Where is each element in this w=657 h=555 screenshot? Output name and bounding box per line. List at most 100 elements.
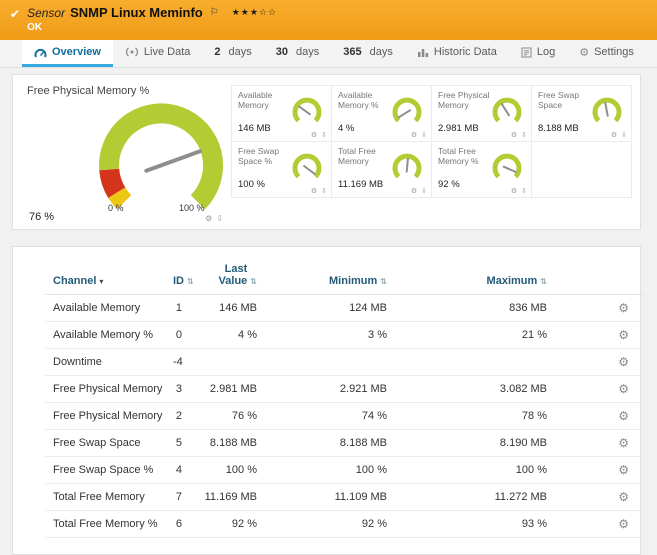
channel-last-value: 92 % (190, 510, 265, 538)
channel-id: 7 (165, 483, 190, 511)
gear-icon[interactable]: ⚙ (411, 187, 417, 195)
gauge-value: 4 % (338, 123, 355, 134)
arrow-down-icon[interactable]: ⇩ (521, 131, 527, 139)
gauge-dial (292, 97, 322, 123)
gauge-dial (592, 97, 622, 123)
channel-table: Channel ▾ ID ⇅ Last Value ⇅ Minimum ⇅ Maximu… (45, 257, 645, 538)
sort-arrows-icon: ⇅ (250, 277, 257, 286)
channel-name[interactable]: Total Free Memory (45, 483, 165, 511)
gear-icon[interactable]: ⚙ (205, 214, 212, 223)
gear-icon: ⚙ (579, 45, 590, 59)
tab-log[interactable]: Log (509, 40, 567, 67)
channel-maximum (395, 348, 555, 376)
channel-name[interactable]: Available Memory (45, 294, 165, 322)
tab-label: Overview (52, 46, 101, 58)
gauge-dial (392, 153, 422, 179)
channel-settings-cell: ⚙ (555, 510, 645, 538)
channel-name[interactable]: Free Swap Space % (45, 456, 165, 484)
gear-icon[interactable]: ⚙ (311, 131, 317, 139)
column-header-channel[interactable]: Channel ▾ (45, 257, 165, 295)
channel-edit-gear-icon[interactable]: ⚙ (618, 301, 629, 315)
channel-name[interactable]: Free Physical Memory % (45, 402, 165, 430)
channel-table-body: Available Memory 1 146 MB 124 MB 836 MB ⚙ Avai… (45, 294, 645, 538)
object-kind-label: Sensor (27, 5, 66, 20)
channel-id: 5 (165, 429, 190, 457)
arrow-down-icon[interactable]: ⇩ (521, 187, 527, 195)
channel-name[interactable]: Total Free Memory % (45, 510, 165, 538)
arrow-down-icon[interactable]: ⇩ (321, 131, 327, 139)
channel-maximum: 836 MB (395, 294, 555, 322)
gear-icon[interactable]: ⚙ (511, 131, 517, 139)
tab-historic-data[interactable]: Historic Data (405, 40, 509, 67)
gear-icon[interactable]: ⚙ (311, 187, 317, 195)
sensor-header: ✔ Sensor SNMP Linux Meminfo ⚐ ★★★☆☆ OK (0, 0, 657, 40)
tab-2-days[interactable]: 2 days (202, 40, 263, 67)
channel-edit-gear-icon[interactable]: ⚙ (618, 409, 629, 423)
channel-name[interactable]: Downtime (45, 348, 165, 376)
priority-stars[interactable]: ★★★☆☆ (232, 8, 277, 18)
channel-settings-cell: ⚙ (555, 483, 645, 511)
gauge-value: 11.169 MB (338, 179, 384, 190)
column-label: Minimum (329, 275, 378, 287)
channel-table-panel: Channel ▾ ID ⇅ Last Value ⇅ Minimum ⇅ Maximu… (12, 246, 645, 555)
arrow-down-icon[interactable]: ⇩ (621, 131, 627, 139)
channel-id: 0 (165, 321, 190, 349)
tab-label: Settings (594, 46, 634, 58)
table-row: Free Physical Memory % 2 76 % 74 % 78 % ⚙ (45, 402, 645, 430)
channel-id: 1 (165, 294, 190, 322)
gear-icon[interactable]: ⚙ (411, 131, 417, 139)
channel-edit-gear-icon[interactable]: ⚙ (618, 328, 629, 342)
channel-last-value (190, 348, 265, 376)
tab-live-data[interactable]: Live Data (113, 40, 202, 67)
channel-settings-cell: ⚙ (555, 294, 645, 322)
arrow-down-icon[interactable]: ⇩ (421, 187, 427, 195)
gauge-cell-free-swap-space: Free Swap Space 8.188 MB ⚙ ⇩ (532, 86, 632, 142)
gauge-cell-empty (532, 142, 632, 198)
gauge-max-label: 100 % (179, 203, 205, 213)
column-header-last-value[interactable]: Last Value ⇅ (190, 257, 265, 295)
gauge-value: 2.981 MB (438, 123, 479, 134)
channel-name[interactable]: Free Physical Memory (45, 375, 165, 403)
gear-icon[interactable]: ⚙ (611, 131, 617, 139)
channel-minimum: 8.188 MB (265, 429, 395, 457)
channel-edit-gear-icon[interactable]: ⚙ (618, 463, 629, 477)
table-row: Downtime -4 ⚙ (45, 348, 645, 376)
column-header-actions (555, 257, 645, 295)
gauge-dial (492, 97, 522, 123)
gear-icon[interactable]: ⚙ (511, 187, 517, 195)
gauges-panel: Free Physical Memory % 0 % 100 % 76 % ⚙ … (12, 74, 641, 230)
tab-label: Live Data (143, 46, 191, 58)
page-title: SNMP Linux Meminfo (70, 5, 203, 20)
table-row: Total Free Memory 7 11.169 MB 11.109 MB 11.2… (45, 483, 645, 511)
table-row: Available Memory 1 146 MB 124 MB 836 MB ⚙ (45, 294, 645, 322)
tab-overview[interactable]: Overview (22, 40, 113, 67)
tab-label: days (296, 46, 320, 58)
channel-minimum: 2.921 MB (265, 375, 395, 403)
channel-last-value: 8.188 MB (190, 429, 265, 457)
ok-check-icon: ✔ (10, 7, 21, 21)
channel-name[interactable]: Available Memory % (45, 321, 165, 349)
favorite-flag-icon[interactable]: ⚐ (210, 7, 219, 18)
column-header-maximum[interactable]: Maximum ⇅ (395, 257, 555, 295)
column-header-id[interactable]: ID ⇅ (165, 257, 194, 295)
tab-settings[interactable]: ⚙ Settings (567, 40, 646, 67)
channel-name[interactable]: Free Swap Space (45, 429, 165, 457)
channel-edit-gear-icon[interactable]: ⚙ (618, 355, 629, 369)
tab-label: Log (536, 46, 556, 58)
channel-id: 2 (165, 402, 190, 430)
gauge-value: 146 MB (238, 123, 271, 134)
channel-edit-gear-icon[interactable]: ⚙ (618, 436, 629, 450)
channel-edit-gear-icon[interactable]: ⚙ (618, 517, 629, 531)
gauge-cell-free-swap-space-pct: Free Swap Space % 100 % ⚙ ⇩ (232, 142, 332, 198)
arrow-down-icon[interactable]: ⇩ (321, 187, 327, 195)
channel-edit-gear-icon[interactable]: ⚙ (618, 382, 629, 396)
channel-maximum: 8.190 MB (395, 429, 555, 457)
arrow-down-icon[interactable]: ⇩ (421, 131, 427, 139)
channel-edit-gear-icon[interactable]: ⚙ (618, 490, 629, 504)
arrow-down-icon[interactable]: ⇩ (216, 214, 223, 223)
tab-365-days[interactable]: 365 days (331, 40, 405, 67)
column-header-minimum[interactable]: Minimum ⇅ (265, 257, 395, 295)
tab-30-days[interactable]: 30 days (264, 40, 332, 67)
channel-minimum: 100 % (265, 456, 395, 484)
channel-settings-cell: ⚙ (555, 402, 645, 430)
